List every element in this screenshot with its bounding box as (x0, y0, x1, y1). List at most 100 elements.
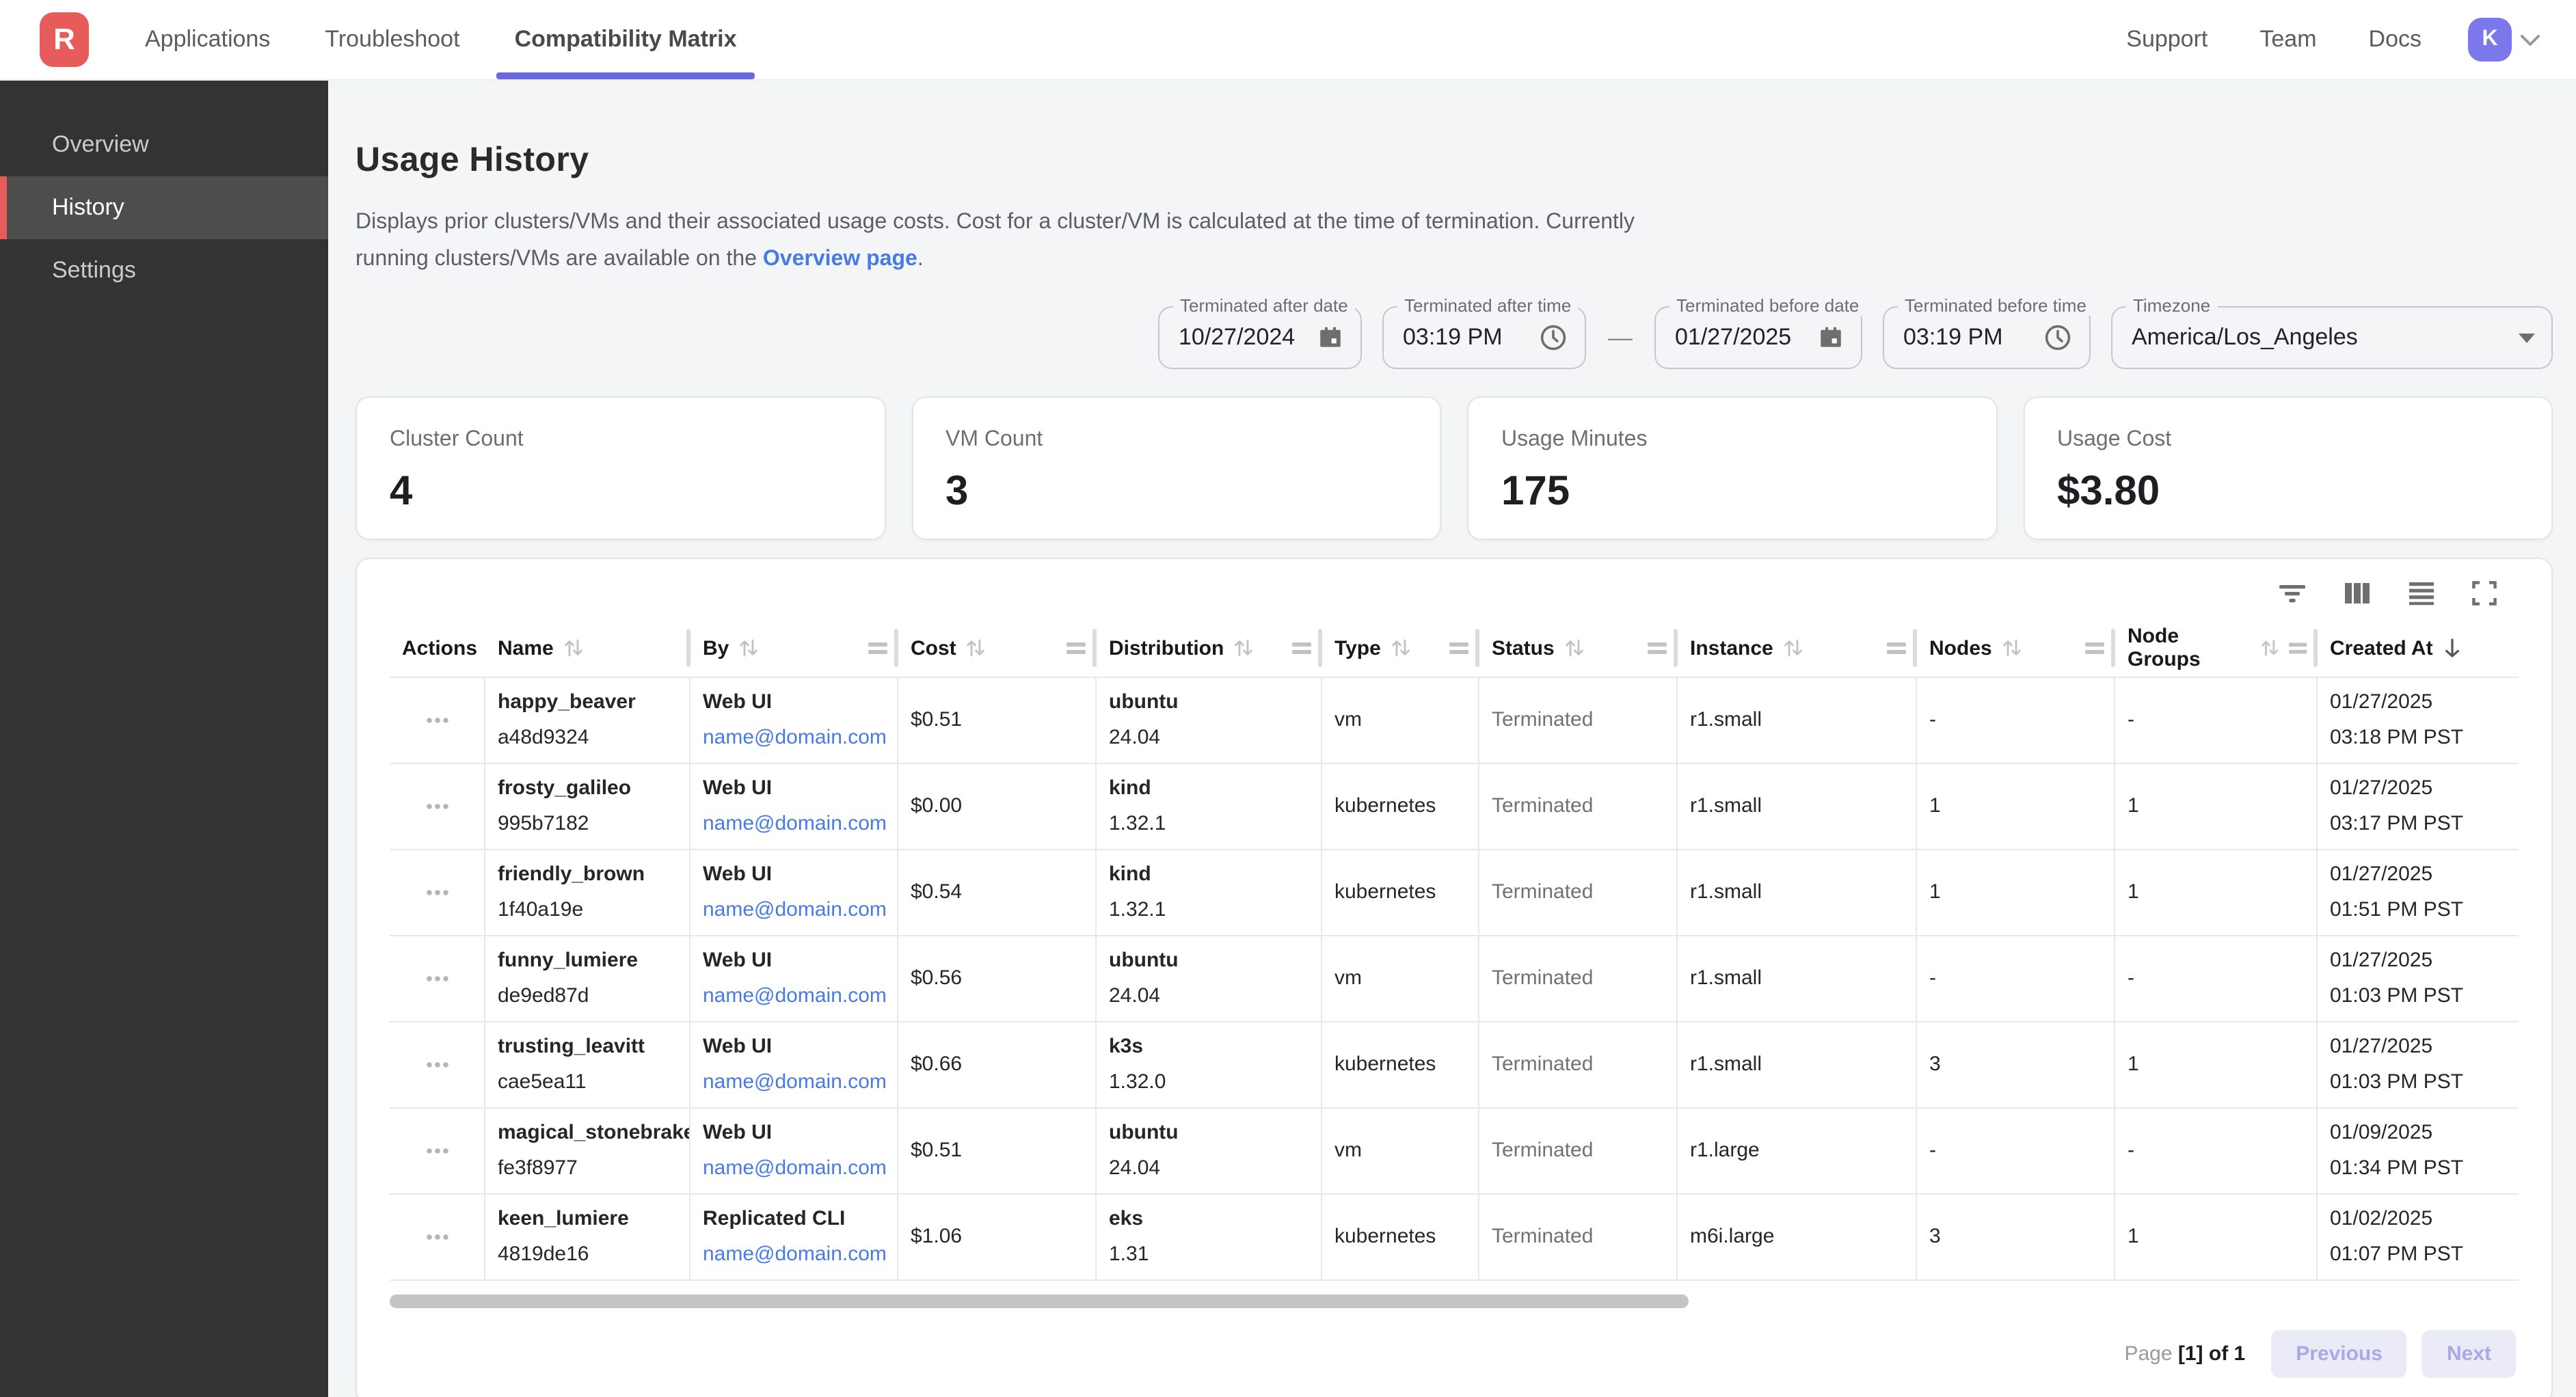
cell-created-at: 01/27/2025 01:03 PM PST (2318, 1022, 2519, 1107)
column-header[interactable]: Created At (2318, 619, 2519, 677)
scrollbar-thumb[interactable] (390, 1294, 1689, 1308)
data-grid: Actions Name (357, 619, 2551, 1281)
created-by-source: Web UI (703, 1033, 886, 1061)
columns-icon[interactable] (2344, 581, 2371, 606)
clock-icon[interactable] (2043, 323, 2073, 353)
nav-link-label: Support (2126, 26, 2208, 53)
cell-node-groups: 1 (2115, 1195, 2318, 1279)
sidebar-item[interactable]: History (0, 176, 328, 239)
distribution-name: kind (1109, 775, 1310, 802)
sort-updown-icon (2259, 637, 2279, 659)
column-header[interactable]: Instance (1678, 619, 1917, 677)
created-by-email-link[interactable]: name@domain.com (703, 724, 886, 752)
cell-name: happy_beaver a48d9324 (485, 678, 690, 763)
cell-nodes: - (1917, 678, 2115, 763)
row-actions-button[interactable] (390, 936, 485, 1021)
next-page-button[interactable]: Next (2422, 1330, 2516, 1378)
ellipsis-icon (425, 1061, 450, 1069)
column-menu-icon[interactable] (1887, 642, 1906, 654)
density-icon[interactable] (2408, 581, 2435, 606)
row-actions-button[interactable] (390, 764, 485, 849)
created-by-email-link[interactable]: name@domain.com (703, 1241, 886, 1269)
cell-distribution: ubuntu 24.04 (1097, 678, 1322, 763)
cell-instance: r1.large (1678, 1109, 1917, 1193)
column-header[interactable]: Nodes (1917, 619, 2115, 677)
cluster-id: fe3f8977 (498, 1155, 678, 1182)
brand-logo[interactable]: R (40, 0, 89, 79)
column-menu-icon[interactable] (868, 642, 887, 654)
row-actions-button[interactable] (390, 1195, 485, 1279)
distribution-version: 24.04 (1109, 1155, 1310, 1182)
description-suffix: . (917, 247, 924, 271)
created-by-email-link[interactable]: name@domain.com (703, 811, 886, 838)
status-badge: Terminated (1492, 707, 1665, 734)
column-header[interactable]: Distribution (1097, 619, 1322, 677)
created-by-email-link[interactable]: name@domain.com (703, 1155, 886, 1182)
created-by-email-link[interactable]: name@domain.com (703, 1069, 886, 1096)
row-actions-button[interactable] (390, 1022, 485, 1107)
terminated-before-group: Terminated before date 01/27/2025 Termin… (1654, 306, 2091, 369)
horizontal-scrollbar[interactable] (390, 1294, 2519, 1308)
filter-icon[interactable] (2278, 581, 2307, 606)
sidebar-item[interactable]: Overview (0, 113, 328, 176)
clock-icon[interactable] (1538, 323, 1568, 353)
cell-type: kubernetes (1322, 1022, 1479, 1107)
row-actions-button[interactable] (390, 850, 485, 935)
overview-page-link[interactable]: Overview page (763, 247, 917, 271)
created-by-email-link[interactable]: name@domain.com (703, 897, 886, 924)
timezone-select[interactable]: Timezone America/Los_Angeles (2111, 306, 2553, 369)
page-indicator: Page [1] of 1 (2124, 1342, 2245, 1366)
row-actions-button[interactable] (390, 1109, 485, 1193)
created-by-email-link[interactable]: name@domain.com (703, 983, 886, 1010)
cell-instance: r1.small (1678, 850, 1917, 935)
distribution-name: ubuntu (1109, 947, 1310, 975)
column-menu-icon[interactable] (1449, 642, 1468, 654)
filter-label: Terminated after date (1173, 295, 1355, 316)
account-menu[interactable]: K (2468, 18, 2540, 62)
nav-tab[interactable]: Applications (127, 0, 288, 79)
previous-page-button[interactable]: Previous (2271, 1330, 2407, 1378)
column-header[interactable]: Cost (898, 619, 1097, 677)
column-menu-icon[interactable] (2085, 642, 2104, 654)
column-header[interactable]: Actions (390, 619, 485, 677)
column-menu-icon[interactable] (1648, 642, 1667, 654)
nav-link[interactable]: Support (2110, 0, 2224, 80)
filter-field[interactable]: Terminated after date 10/27/2024 (1158, 306, 1362, 369)
table-body: happy_beaver a48d9324 Web UI name@domain… (390, 678, 2519, 1281)
cell-instance: m6i.large (1678, 1195, 1917, 1279)
filter-field[interactable]: Terminated before date 01/27/2025 (1654, 306, 1862, 369)
column-menu-icon[interactable] (1292, 642, 1311, 654)
table-row: magical_stonebraker fe3f8977 Web UI name… (390, 1109, 2519, 1195)
created-time: 01:07 PM PST (2330, 1241, 2508, 1269)
fullscreen-icon[interactable] (2472, 581, 2497, 606)
nav-tab[interactable]: Troubleshoot (307, 0, 477, 79)
sidebar-item[interactable]: Settings (0, 239, 328, 302)
filter-field[interactable]: Terminated before time 03:19 PM (1883, 306, 2091, 369)
table-row: frosty_galileo 995b7182 Web UI name@doma… (390, 764, 2519, 850)
column-header[interactable]: By (690, 619, 898, 677)
cell-instance: r1.small (1678, 764, 1917, 849)
cell-status: Terminated (1479, 1022, 1678, 1107)
cell-type: kubernetes (1322, 1195, 1479, 1279)
column-header-label: Instance (1690, 636, 1773, 660)
column-header[interactable]: Type (1322, 619, 1479, 677)
created-time: 01:51 PM PST (2330, 897, 2508, 924)
column-header[interactable]: Node Groups (2115, 619, 2318, 677)
nav-link[interactable]: Team (2243, 0, 2333, 80)
row-actions-button[interactable] (390, 678, 485, 763)
column-header[interactable]: Status (1479, 619, 1678, 677)
stat-card: Usage Minutes 175 (1467, 396, 1997, 540)
calendar-icon[interactable] (1817, 324, 1844, 351)
terminated-after-group: Terminated after date 10/27/2024 Termina… (1158, 306, 1586, 369)
cell-by: Web UI name@domain.com (690, 850, 898, 935)
filter-field[interactable]: Terminated after time 03:19 PM (1382, 306, 1586, 369)
calendar-icon[interactable] (1317, 324, 1344, 351)
cell-type: vm (1322, 936, 1479, 1021)
table-row: trusting_leavitt cae5ea11 Web UI name@do… (390, 1022, 2519, 1109)
column-header[interactable]: Name (485, 619, 690, 677)
column-menu-icon[interactable] (2289, 642, 2307, 654)
nav-link[interactable]: Docs (2352, 0, 2438, 80)
nav-tab[interactable]: Compatibility Matrix (497, 0, 755, 79)
column-menu-icon[interactable] (1066, 642, 1086, 654)
distribution-version: 1.31 (1109, 1241, 1310, 1269)
